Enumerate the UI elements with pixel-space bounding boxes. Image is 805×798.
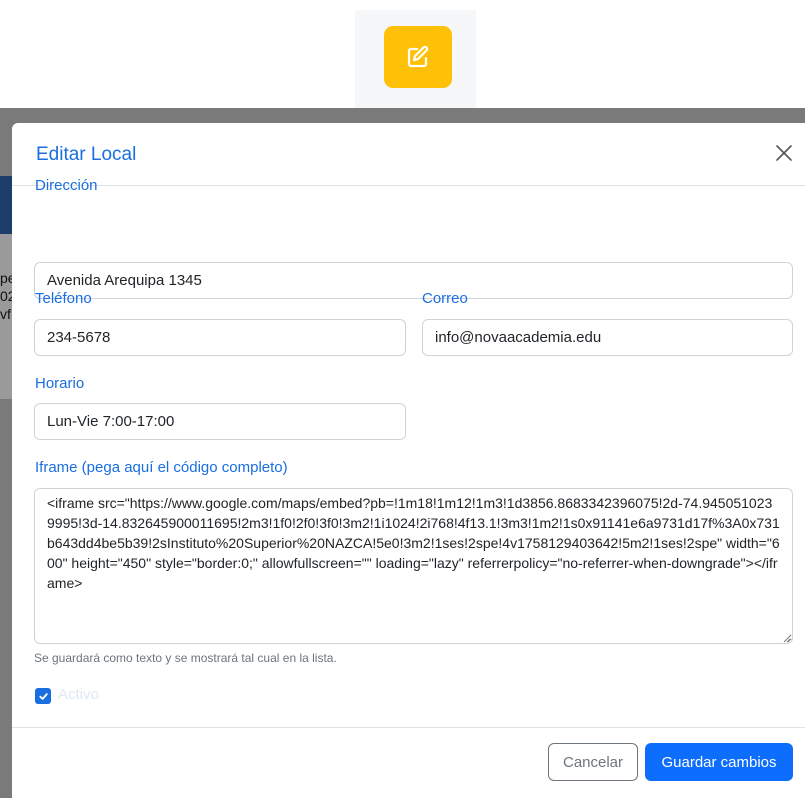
horario-input[interactable] xyxy=(34,403,406,440)
edit-local-modal: Editar Local Dirección Teléfono Correo H… xyxy=(12,123,805,798)
activo-label[interactable]: Activo xyxy=(58,686,99,703)
direccion-label: Dirección xyxy=(35,177,98,194)
backdrop-text-fragment: pe xyxy=(0,270,12,286)
iframe-label: Iframe (pega aquí el código completo) xyxy=(35,459,288,476)
edit-button[interactable] xyxy=(384,26,452,88)
backdrop-text-fragment: 02 xyxy=(0,288,12,304)
check-icon xyxy=(38,692,48,700)
close-icon xyxy=(776,145,792,161)
resize-grip-icon[interactable] xyxy=(782,634,791,643)
horario-label: Horario xyxy=(35,375,85,392)
telefono-label: Teléfono xyxy=(35,290,92,307)
edit-button-cell xyxy=(355,10,476,108)
save-button[interactable]: Guardar cambios xyxy=(645,743,793,781)
edit-icon xyxy=(407,45,429,68)
cancel-button[interactable]: Cancelar xyxy=(548,743,638,781)
correo-input[interactable] xyxy=(422,319,793,356)
backdrop-content-strip: pe 02 vf xyxy=(0,234,12,399)
correo-label: Correo xyxy=(422,290,468,307)
iframe-help-text: Se guardará como texto y se mostrará tal… xyxy=(34,651,337,665)
modal-header: Editar Local xyxy=(12,123,805,186)
backdrop-text-fragment: vf xyxy=(0,306,11,322)
iframe-textarea[interactable]: <iframe src="https://www.google.com/maps… xyxy=(34,488,793,644)
close-button[interactable] xyxy=(773,142,795,164)
activo-checkbox[interactable] xyxy=(35,688,51,704)
direccion-input[interactable] xyxy=(34,262,793,299)
backdrop-header-strip xyxy=(0,176,12,234)
modal-footer: Cancelar Guardar cambios xyxy=(12,727,805,798)
telefono-input[interactable] xyxy=(34,319,406,356)
page-top-area xyxy=(0,0,805,108)
modal-title: Editar Local xyxy=(36,144,137,165)
